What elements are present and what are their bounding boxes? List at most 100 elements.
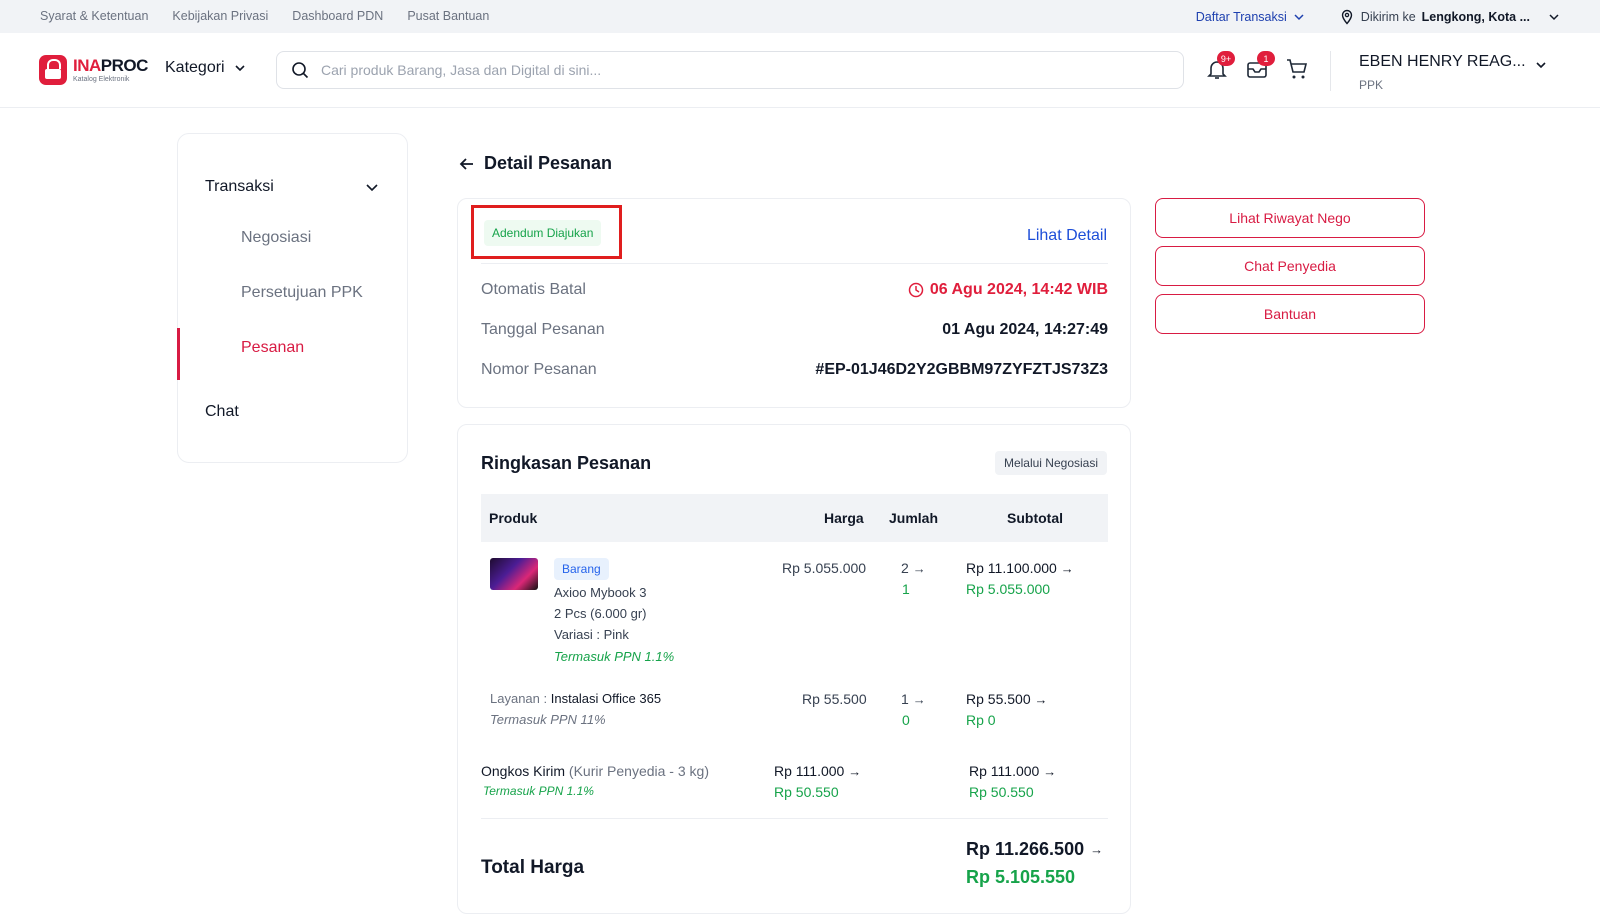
arrow-right-icon: → (848, 764, 862, 779)
row-otomatis-batal: Otomatis Batal 06 Agu 2024, 14:42 WIB (481, 281, 1108, 299)
link-kebijakan[interactable]: Kebijakan Privasi (172, 9, 268, 23)
row-label: Tanggal Pesanan (481, 321, 605, 338)
header-icons: 9+ 1 (1205, 51, 1309, 81)
col-harga: Harga (824, 510, 864, 526)
notification-button[interactable]: 9+ (1205, 51, 1235, 81)
sidebar-item-persetujuan-ppk[interactable]: Persetujuan PPK (241, 284, 363, 302)
kategori-dropdown[interactable]: Kategori (165, 59, 247, 77)
sidebar-item-negosiasi[interactable]: Negosiasi (241, 229, 311, 247)
bantuan-button[interactable]: Bantuan (1155, 294, 1425, 334)
auto-cancel-time: 06 Agu 2024, 14:42 WIB (929, 281, 1108, 298)
inaproc-logo[interactable]: INAPROC Katalog Elektronik (39, 55, 148, 85)
product-qty-new: 1 (902, 581, 910, 597)
order-info-card: Adendum Diajukan Lihat Detail Otomatis B… (457, 198, 1131, 408)
order-actions: Lihat Riwayat Nego Chat Penyedia Bantuan (1155, 198, 1425, 342)
divider (481, 263, 1108, 264)
arrow-right-icon: → (1060, 561, 1074, 576)
product-thumbnail[interactable] (490, 558, 538, 590)
topbar-right: Daftar Transaksi Dikirim ke Lengkong, Ko… (1196, 9, 1560, 25)
link-dashboard-pdn[interactable]: Dashboard PDN (292, 9, 383, 23)
row-value: #EP-01J46D2Y2GBBM97ZYFZTJS73Z3 (815, 361, 1108, 378)
sidebar-item-pesanan[interactable]: Pesanan (241, 339, 304, 357)
header-divider (1330, 51, 1331, 91)
row-value: 01 Agu 2024, 14:27:49 (942, 321, 1108, 338)
chevron-down-icon (1549, 14, 1559, 21)
chevron-down-icon (366, 184, 378, 192)
table-header: Produk Harga Jumlah Subtotal (481, 494, 1108, 542)
service-subtotal-new: Rp 0 (966, 712, 996, 728)
status-highlight-box: Adendum Diajukan (471, 205, 622, 259)
summary-title: Ringkasan Pesanan (481, 453, 652, 473)
service-qty-new: 0 (902, 712, 910, 728)
shopping-bag-logo-icon (39, 55, 67, 85)
arrow-right-icon: → (1090, 842, 1104, 857)
daftar-transaksi-label: Daftar Transaksi (1195, 10, 1287, 24)
col-subtotal: Subtotal (1007, 510, 1063, 526)
search-input[interactable] (321, 62, 1141, 78)
product-ppn-note: Termasuk PPN 1.1% (554, 649, 675, 664)
total-new: Rp 5.105.550 (966, 867, 1076, 887)
page-title: Detail Pesanan (484, 153, 613, 173)
cart-button[interactable] (1285, 57, 1309, 81)
arrow-left-icon (459, 157, 473, 170)
shipping-location[interactable]: Dikirim ke Lengkong, Kota ... (1339, 9, 1560, 25)
arrow-right-icon: → (1043, 764, 1057, 779)
user-role: PPK (1359, 78, 1384, 92)
divider (481, 818, 1108, 819)
shipping-subtotal-new: Rp 50.550 (969, 784, 1034, 800)
service-name: Instalasi Office 365 (550, 691, 662, 706)
col-jumlah: Jumlah (889, 510, 939, 526)
total-label: Total Harga (481, 857, 585, 878)
kategori-label: Kategori (165, 59, 225, 76)
product-qty-old: 2 → (901, 560, 926, 576)
status-badge: Adendum Diajukan (484, 220, 602, 246)
shipping-price-new: Rp 50.550 (774, 784, 839, 800)
product-name[interactable]: Axioo Mybook 3 (554, 585, 647, 600)
row-tanggal-pesanan: Tanggal Pesanan 01 Agu 2024, 14:27:49 (481, 321, 1108, 339)
col-produk: Produk (489, 510, 538, 526)
service-price: Rp 55.500 (802, 691, 867, 707)
cart-icon (1287, 59, 1308, 79)
top-utility-bar: Syarat & Ketentuan Kebijakan Privasi Das… (0, 0, 1600, 33)
inbox-button[interactable]: 1 (1245, 51, 1275, 81)
order-summary-card: Ringkasan Pesanan Melalui Negosiasi Prod… (457, 424, 1131, 914)
link-pusat-bantuan[interactable]: Pusat Bantuan (407, 9, 489, 23)
product-variation: Variasi : Pink (554, 627, 629, 642)
search-bar[interactable] (276, 51, 1184, 89)
notification-badge: 9+ (1217, 51, 1235, 66)
product-type-tag: Barang (554, 558, 609, 580)
product-price: Rp 5.055.000 (782, 560, 867, 576)
chevron-down-icon (235, 65, 245, 72)
user-menu[interactable]: EBEN HENRY REAG... PPK (1359, 52, 1548, 92)
back-to-orders[interactable]: Detail Pesanan (458, 153, 612, 174)
shipping-ppn-note: Termasuk PPN 1.1% (483, 784, 594, 798)
service-ppn-note: Termasuk PPN 11% (490, 712, 606, 727)
logo-subtitle: Katalog Elektronik (73, 76, 130, 83)
service-row: Layanan : Instalasi Office 365 (490, 691, 661, 706)
user-name: EBEN HENRY REAG... (1359, 53, 1526, 70)
arrow-right-icon: → (1034, 692, 1048, 707)
shipping-row: Ongkos Kirim (Kurir Penyedia - 3 kg) (481, 763, 709, 779)
row-value: 06 Agu 2024, 14:42 WIB (908, 281, 1108, 299)
service-label: Layanan : (490, 691, 548, 706)
sidebar-item-chat[interactable]: Chat (205, 403, 239, 421)
arrow-right-icon: → (912, 561, 926, 576)
row-label: Nomor Pesanan (481, 361, 597, 378)
arrow-right-icon: → (912, 692, 926, 707)
daftar-transaksi-dropdown[interactable]: Daftar Transaksi (1196, 10, 1305, 24)
lihat-riwayat-nego-button[interactable]: Lihat Riwayat Nego (1155, 198, 1425, 238)
link-syarat[interactable]: Syarat & Ketentuan (40, 9, 148, 23)
service-subtotal-old: Rp 55.500 → (966, 691, 1048, 707)
lihat-detail-link[interactable]: Lihat Detail (1027, 227, 1107, 245)
sidebar-nav: Transaksi Negosiasi Persetujuan PPK Pesa… (177, 133, 408, 463)
shipping-subtotal-old: Rp 111.000 → (969, 763, 1057, 779)
location-pin-icon (1341, 9, 1352, 25)
product-subtotal-new: Rp 5.055.000 (966, 581, 1051, 597)
sidebar-group-transaksi[interactable]: Transaksi (205, 178, 380, 196)
inbox-badge: 1 (1257, 51, 1275, 66)
chevron-down-icon (1294, 14, 1304, 21)
chat-penyedia-button[interactable]: Chat Penyedia (1155, 246, 1425, 286)
main-header: INAPROC Katalog Elektronik Kategori 9+ 1… (0, 33, 1600, 108)
negotiation-badge: Melalui Negosiasi (994, 451, 1107, 475)
shipping-price-old: Rp 111.000 → (774, 763, 862, 779)
